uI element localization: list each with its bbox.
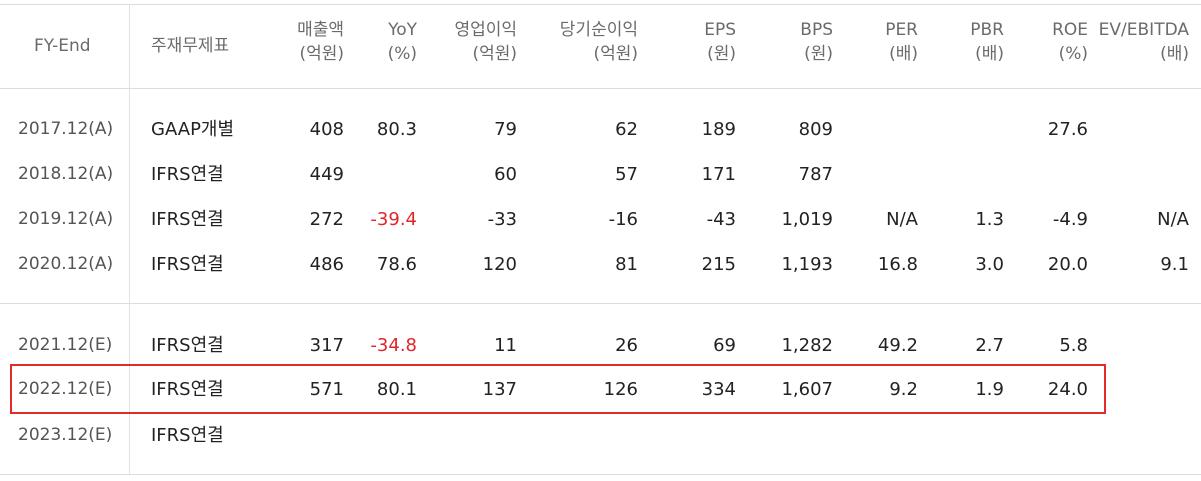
table-top-rule [0,4,1201,5]
header-net-income-label: 당기순이익 [559,20,638,40]
header-eps-label: EPS [704,20,736,40]
cell-roe: 20.0 [1047,254,1088,275]
cell-net-income: 62 [615,119,638,140]
table-row: 2023.12(E) IFRS연결 [0,413,1201,458]
cell-ev-ebitda: 9.1 [1160,254,1189,275]
header-eps-unit: (원) [707,44,736,64]
cell-year: 2021.12(E) [18,335,113,355]
table-row: 2019.12(A) IFRS연결 272 -39.4 -33 -16 -43 1,019 N/… [0,197,1201,242]
header-per-label: PER [885,20,918,40]
header-pbr: PBR (배) [970,18,1004,66]
cell-year: 2017.12(A) [18,119,114,139]
header-operating-profit-label: 영업이익 [454,20,517,40]
header-bps-label: BPS [800,20,833,40]
header-per: PER (배) [885,18,918,66]
cell-net-income: 57 [615,164,638,185]
header-bps: BPS (원) [800,18,833,66]
header-net-income: 당기순이익 (억원) [560,18,638,66]
cell-operating-profit: -33 [487,209,517,230]
cell-eps: 215 [701,254,736,275]
header-eps: EPS (원) [704,18,736,66]
cell-operating-profit: 60 [494,164,517,185]
cell-bps: 1,282 [781,335,833,356]
cell-per: N/A [886,209,918,230]
table-bottom-rule [0,474,1201,475]
table-row: 2021.12(E) IFRS연결 317 -34.8 11 26 69 1,282 49.2 2… [0,323,1201,368]
header-pbr-unit: (배) [975,44,1004,64]
cell-statement: IFRS연결 [151,425,224,446]
header-net-income-unit: (억원) [593,44,638,64]
table-row: 2017.12(A) GAAP개별 408 80.3 79 62 189 809 27.6 [0,107,1201,152]
cell-year: 2023.12(E) [18,425,113,445]
cell-roe: 27.6 [1047,119,1088,140]
cell-yoy: -39.4 [370,209,417,230]
header-operating-profit-unit: (억원) [472,44,517,64]
cell-pbr: 1.3 [975,209,1004,230]
header-roe-unit: (%) [1058,44,1088,64]
cell-revenue: 317 [309,335,344,356]
header-per-unit: (배) [889,44,918,64]
cell-revenue: 486 [309,254,344,275]
cell-revenue: 449 [309,164,344,185]
cell-roe: -4.9 [1052,209,1088,230]
header-bps-unit: (원) [804,44,833,64]
cell-pbr: 2.7 [975,335,1004,356]
header-ev-ebitda-label: EV/EBITDA [1098,20,1189,40]
cell-statement: IFRS연결 [151,335,224,356]
cell-operating-profit: 120 [482,254,517,275]
cell-eps: 171 [701,164,736,185]
cell-bps: 787 [798,164,833,185]
cell-per: 16.8 [877,254,918,275]
cell-bps: 809 [798,119,833,140]
header-ev-ebitda-unit: (배) [1160,44,1189,64]
cell-yoy: 80.3 [376,119,417,140]
cell-statement: IFRS연결 [151,209,224,230]
cell-bps: 1,019 [781,209,833,230]
cell-ev-ebitda: N/A [1157,209,1189,230]
cell-eps: -43 [706,209,736,230]
cell-net-income: -16 [608,209,638,230]
header-yoy-unit: (%) [387,44,417,64]
cell-year: 2020.12(A) [18,254,114,274]
cell-revenue: 272 [309,209,344,230]
cell-per: 49.2 [877,335,918,356]
cell-statement: IFRS연결 [151,164,224,185]
header-roe-label: ROE [1052,20,1088,40]
cell-net-income: 26 [615,335,638,356]
header-revenue-label: 매출액 [297,20,344,40]
cell-eps: 189 [701,119,736,140]
header-statement: 주재무제표 [151,36,230,56]
cell-eps: 69 [713,335,736,356]
table-row: 2018.12(A) IFRS연결 449 60 57 171 787 [0,152,1201,197]
table-row: 2020.12(A) IFRS연결 486 78.6 120 81 215 1,193 16.8… [0,242,1201,287]
cell-pbr: 3.0 [975,254,1004,275]
cell-revenue: 408 [309,119,344,140]
cell-statement: IFRS연결 [151,254,224,275]
cell-roe: 5.8 [1059,335,1088,356]
header-yoy-label: YoY [388,20,417,40]
cell-net-income: 81 [615,254,638,275]
cell-year: 2019.12(A) [18,209,114,229]
header-operating-profit: 영업이익 (억원) [454,18,517,66]
cell-operating-profit: 79 [494,119,517,140]
header-yoy: YoY (%) [388,18,417,66]
cell-operating-profit: 11 [494,335,517,356]
header-ev-ebitda: EV/EBITDA (배) [1099,18,1189,66]
header-pbr-label: PBR [970,20,1004,40]
cell-bps: 1,193 [781,254,833,275]
cell-statement: GAAP개별 [151,119,235,140]
actual-estimate-divider [0,303,1201,304]
cell-year: 2018.12(A) [18,164,114,184]
cell-yoy: -34.8 [370,335,417,356]
cell-yoy: 78.6 [376,254,417,275]
header-revenue: 매출액 (억원) [297,18,344,66]
header-roe: ROE (%) [1052,18,1088,66]
header-revenue-unit: (억원) [299,44,344,64]
highlight-box [10,364,1106,414]
header-bottom-rule [0,88,1201,89]
header-fy-end: FY-End [34,36,91,56]
